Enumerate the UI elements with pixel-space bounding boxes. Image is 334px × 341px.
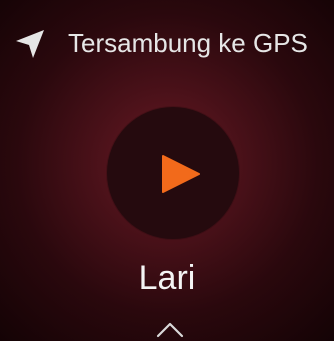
- chevron-up-icon[interactable]: [155, 320, 185, 338]
- gps-status-text: Tersambung ke GPS: [68, 28, 308, 58]
- play-icon: [162, 155, 200, 193]
- workout-start-screen: Tersambung ke GPS Lari: [0, 0, 334, 341]
- gps-status-bar: Tersambung ke GPS: [0, 0, 334, 86]
- start-workout-button[interactable]: [107, 107, 239, 239]
- activity-type-label: Lari: [138, 259, 196, 297]
- location-arrow-icon: [16, 30, 44, 58]
